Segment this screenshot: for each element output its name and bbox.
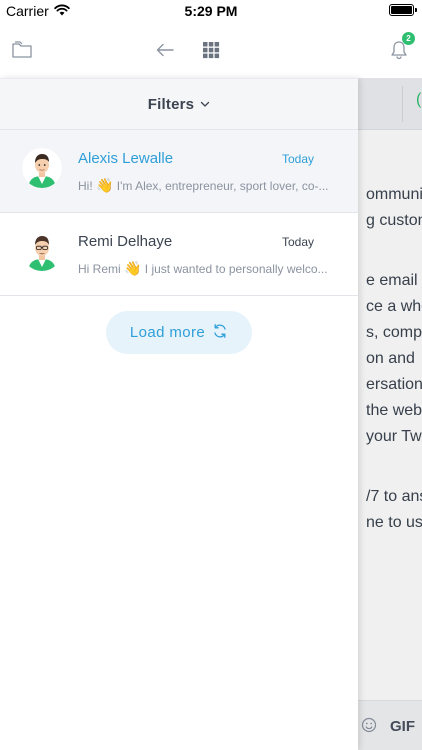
battery-icon: [389, 4, 417, 16]
preview-text-start: Hi!: [78, 179, 96, 193]
filters-dropdown[interactable]: Filters: [0, 78, 358, 130]
conversation-date: Today: [281, 152, 314, 166]
conversations-drawer: Filters Alexis Lewalle Today Hi! 👋 I'm A…: [0, 78, 358, 750]
conversation-item[interactable]: Alexis Lewalle Today Hi! 👋 I'm Alex, ent…: [0, 130, 358, 213]
load-more-button[interactable]: Load more: [106, 311, 252, 354]
waving-hand-icon: 👋: [124, 260, 142, 276]
message-preview: Hi Remi 👋 I just wanted to personally we…: [78, 260, 332, 277]
contact-name: Alexis Lewalle: [78, 150, 174, 167]
load-more-label: Load more: [129, 324, 206, 341]
back-arrow-icon[interactable]: [153, 38, 177, 62]
preview-text-end: I just wanted to personally welco...: [141, 262, 328, 276]
top-nav: 2: [0, 22, 422, 78]
refresh-icon: [212, 323, 228, 343]
folder-icon[interactable]: [10, 38, 34, 62]
clock: 5:29 PM: [184, 3, 238, 19]
conversation-item[interactable]: Remi Delhaye Today Hi Remi 👋 I just want…: [0, 213, 358, 296]
status-bar: Carrier 5:29 PM: [0, 0, 422, 22]
conversation-date: Today: [281, 235, 314, 249]
preview-text-end: I'm Alex, entrepreneur, sport lover, co-…: [113, 179, 329, 193]
notification-badge: 2: [402, 32, 415, 45]
app-screen: Carrier 5:29 PM 2 ( ommunica g: [0, 0, 422, 750]
drawer-scrim[interactable]: [358, 78, 422, 750]
grid-icon[interactable]: [199, 38, 223, 62]
filters-label: Filters: [147, 95, 195, 113]
waving-hand-icon: 👋: [96, 177, 114, 193]
contact-name: Remi Delhaye: [78, 233, 173, 250]
avatar: [22, 231, 62, 271]
chevron-down-icon: [200, 95, 210, 113]
notifications-bell-icon[interactable]: 2: [387, 32, 415, 62]
message-preview: Hi! 👋 I'm Alex, entrepreneur, sport love…: [78, 177, 332, 194]
avatar: [22, 148, 62, 188]
preview-text-start: Hi Remi: [78, 262, 125, 276]
